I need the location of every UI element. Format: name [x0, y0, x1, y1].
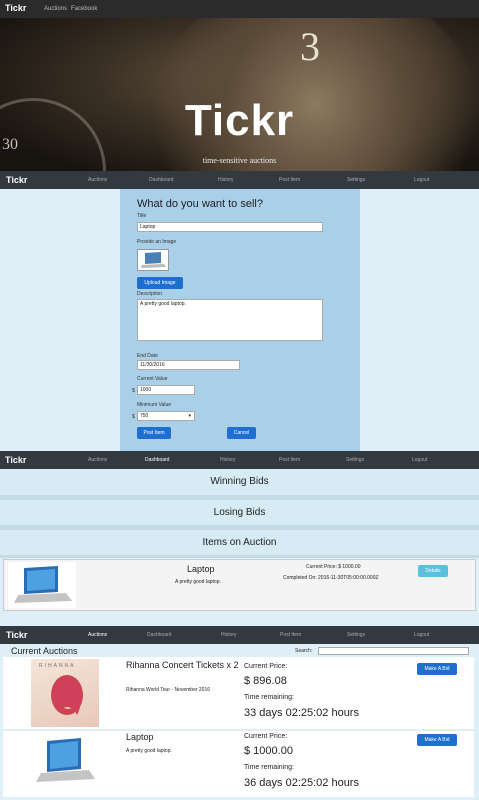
price-label: Current Price:: [244, 733, 288, 740]
image-caption: RIHANNA: [39, 663, 76, 669]
currency-symbol: $: [132, 388, 135, 394]
description-label: Description: [137, 291, 163, 297]
nav-link-auctions[interactable]: Auctions: [44, 6, 67, 12]
laptop-thumbnail-icon: [141, 252, 166, 268]
description-textarea[interactable]: A pretty good laptop.: [137, 299, 323, 341]
current-value-input[interactable]: 1000: [137, 385, 195, 395]
make-a-bid-button[interactable]: Make A Bid: [417, 734, 457, 746]
nav-link-facebook[interactable]: Facebook: [71, 6, 97, 12]
chevron-down-icon: ▾: [188, 413, 191, 419]
auction-list-item: RIHANNA Rihanna Concert Tickets x 2 Riha…: [3, 657, 474, 729]
main-navbar: Tickr Auctions Dashboard History Post It…: [0, 171, 479, 189]
main-navbar: Tickr Auctions Dashboard History Post It…: [0, 451, 479, 469]
time-remaining-label: Time remaining:: [244, 764, 294, 771]
nav-dashboard[interactable]: Dashboard: [145, 457, 169, 463]
image-label: Provide an Image: [137, 239, 177, 245]
item-description: Rihanna World Tour - November 2016: [126, 687, 211, 693]
search-input[interactable]: [318, 647, 469, 655]
sell-form-panel: What do you want to sell? Title Laptop P…: [120, 189, 360, 451]
currency-symbol: $: [132, 414, 135, 420]
time-remaining: 36 days 02:25:02 hours: [244, 777, 359, 789]
item-current-price: Current Price: $ 1000.00: [306, 564, 361, 570]
item-image: [8, 562, 76, 608]
laptop-image-icon: [14, 566, 72, 603]
nav-post-item[interactable]: Post Item: [279, 457, 300, 463]
main-navbar: Tickr Auctions Dashboard History Post It…: [0, 626, 479, 644]
winning-bids-heading[interactable]: Winning Bids: [0, 469, 479, 495]
nav-post-item[interactable]: Post Item: [280, 632, 301, 638]
item-image: [31, 733, 99, 793]
items-on-auction-heading[interactable]: Items on Auction: [0, 530, 479, 555]
auction-item-card: Laptop A pretty good laptop. Current Pri…: [3, 559, 476, 611]
nav-dashboard[interactable]: Dashboard: [147, 632, 171, 638]
time-remaining-label: Time remaining:: [244, 694, 294, 701]
image-preview: [137, 249, 169, 271]
item-title: Rihanna Concert Tickets x 2: [126, 660, 239, 670]
item-price: $ 1000.00: [244, 745, 293, 757]
nav-logout[interactable]: Logout: [412, 457, 427, 463]
clock-digit: 3: [300, 24, 320, 69]
current-value-label: Current Value: [137, 376, 168, 382]
hero-subtitle: time-sensitive auctions: [202, 156, 277, 165]
make-a-bid-button[interactable]: Make A Bid: [417, 663, 457, 675]
brand-logo[interactable]: Tickr: [6, 630, 27, 640]
item-image: RIHANNA: [31, 659, 99, 727]
nav-dashboard[interactable]: Dashboard: [149, 177, 173, 183]
top-navbar: Tickr Auctions Facebook: [0, 0, 479, 18]
post-item-button[interactable]: Post Item: [137, 427, 171, 439]
item-description: A pretty good laptop.: [126, 748, 172, 754]
auction-list-item: Laptop A pretty good laptop. Current Pri…: [3, 731, 474, 797]
nav-settings[interactable]: Settings: [347, 632, 365, 638]
hero-banner: 3 30 Tickr time-sensitive auctions: [0, 18, 479, 171]
nav-settings[interactable]: Settings: [346, 457, 364, 463]
sell-form-heading: What do you want to sell?: [137, 198, 263, 210]
nav-history[interactable]: History: [218, 177, 234, 183]
losing-bids-heading[interactable]: Losing Bids: [0, 500, 479, 525]
title-label: Title: [137, 213, 147, 219]
nav-history[interactable]: History: [220, 457, 236, 463]
item-title: Laptop: [126, 732, 154, 742]
minimum-value-text: 750: [140, 413, 149, 419]
brand-logo[interactable]: Tickr: [6, 175, 27, 185]
search-label: Search:: [295, 648, 313, 654]
minimum-value-select[interactable]: 750 ▾: [137, 411, 195, 421]
nav-logout[interactable]: Logout: [414, 632, 429, 638]
brand-logo[interactable]: Tickr: [5, 3, 26, 13]
time-remaining: 33 days 02:25:02 hours: [244, 707, 359, 719]
section-divider: [0, 555, 479, 558]
minimum-value-label: Minimum Value: [137, 402, 172, 408]
nav-history[interactable]: History: [221, 632, 237, 638]
nav-post-item[interactable]: Post Item: [279, 177, 300, 183]
item-description: A pretty good laptop.: [175, 579, 221, 585]
end-date-input[interactable]: 11/30/2016: [137, 360, 240, 370]
nav-logout[interactable]: Logout: [414, 177, 429, 183]
cancel-button[interactable]: Cancel: [227, 427, 256, 439]
brand-logo[interactable]: Tickr: [5, 455, 26, 465]
laptop-image-icon: [36, 738, 95, 782]
nav-auctions[interactable]: Auctions: [88, 177, 107, 183]
end-date-label: End Date: [137, 353, 158, 359]
title-input[interactable]: Laptop: [137, 222, 323, 232]
concert-poster-icon: [51, 675, 83, 715]
upload-image-button[interactable]: Upload Image: [137, 277, 183, 289]
nav-auctions[interactable]: Auctions: [88, 457, 107, 463]
item-price: $ 896.08: [244, 675, 287, 687]
item-completed-on: Completed On: 2016-11-30T05:00:00.000Z: [283, 575, 379, 581]
hero-title: Tickr: [184, 96, 295, 145]
nav-auctions[interactable]: Auctions: [88, 632, 107, 638]
current-auctions-heading: Current Auctions: [11, 646, 78, 656]
item-title: Laptop: [187, 564, 215, 574]
price-label: Current Price:: [244, 663, 288, 670]
details-button[interactable]: Details: [418, 565, 448, 577]
nav-settings[interactable]: Settings: [347, 177, 365, 183]
